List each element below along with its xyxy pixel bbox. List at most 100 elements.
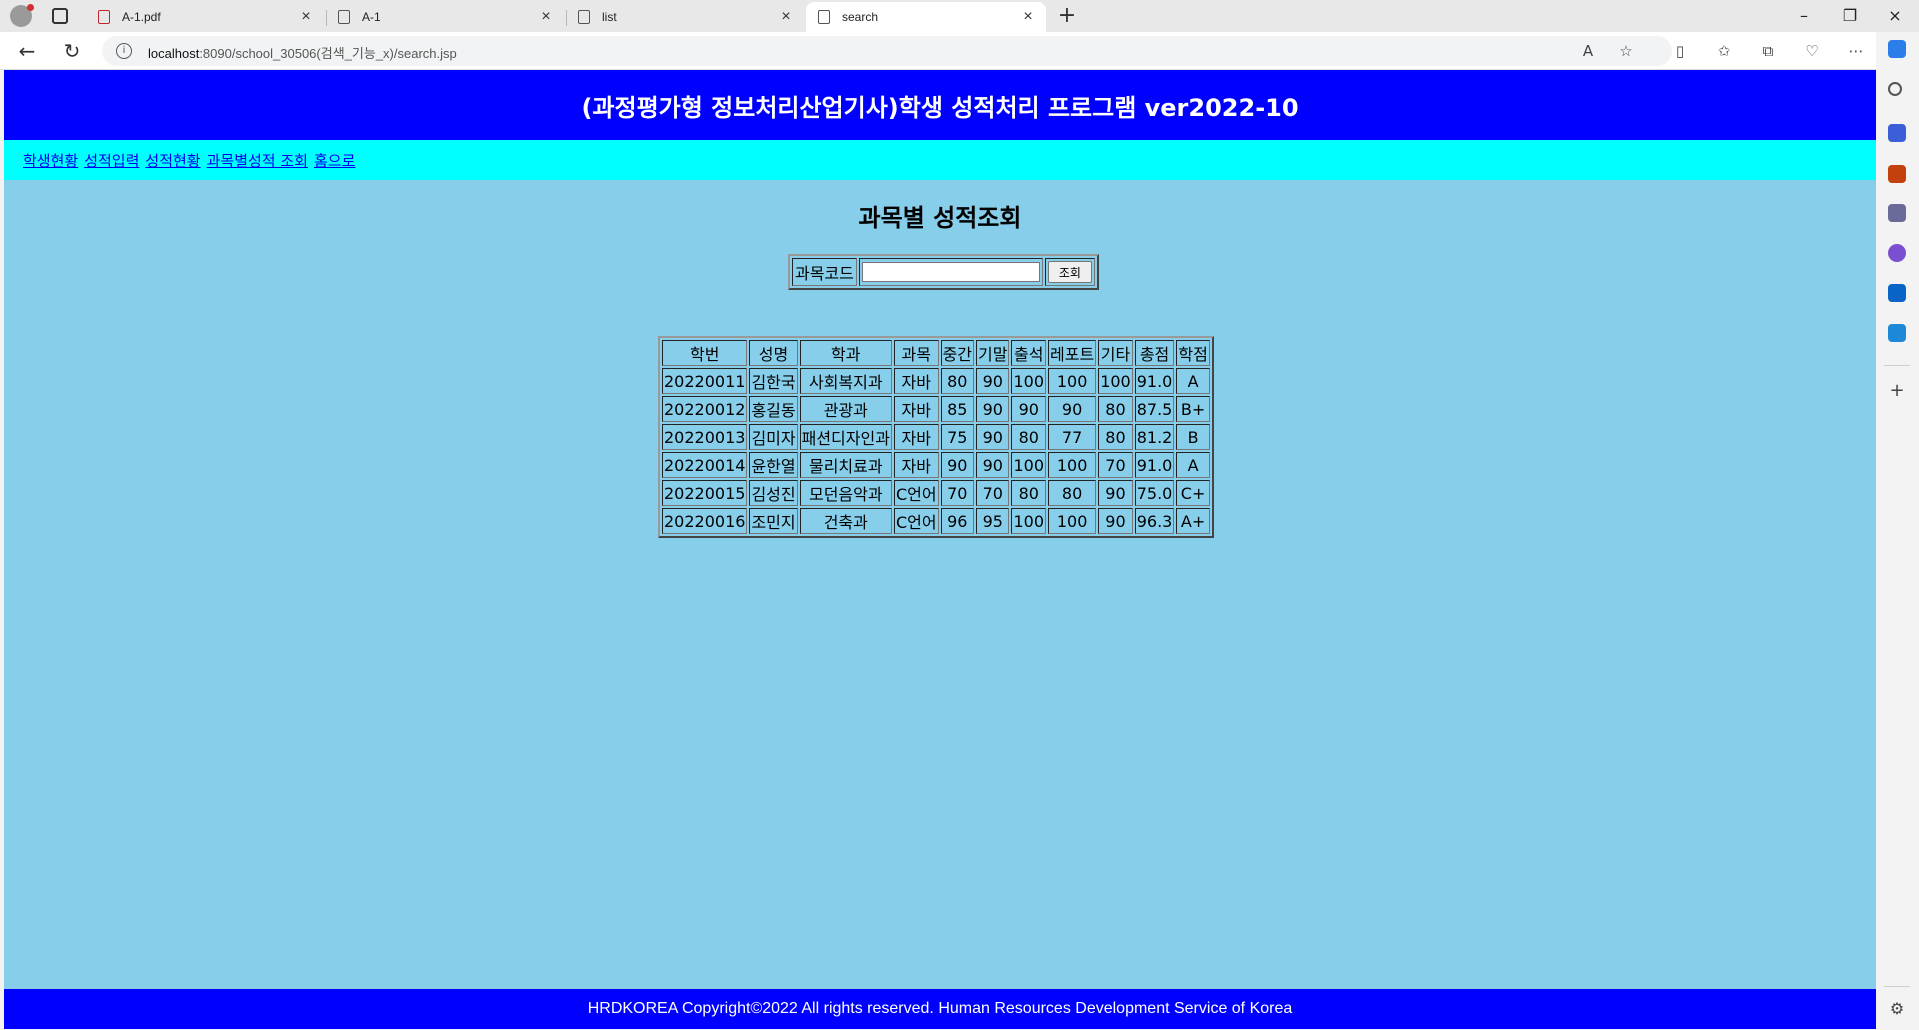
- favorite-star-icon[interactable]: ☆: [1618, 43, 1634, 59]
- department-cell: 모던음악과: [799, 480, 892, 506]
- nav-link-home[interactable]: 홈으로: [314, 150, 355, 171]
- etc-cell: 70: [1098, 452, 1133, 478]
- back-icon[interactable]: ←: [16, 40, 38, 62]
- more-menu-icon[interactable]: ⋯: [1848, 43, 1864, 59]
- address-bar-row: ← ↻ i localhost:8090/school_30506(검색_기능_…: [0, 32, 1919, 70]
- tab-label: list: [602, 10, 617, 24]
- subject-code-label: 과목코드: [792, 258, 857, 286]
- final-cell: 95: [976, 508, 1010, 534]
- subject-cell: 자바: [893, 368, 939, 394]
- column-header: 기말: [976, 340, 1010, 366]
- attendance-cell: 100: [1011, 368, 1047, 394]
- search-icon[interactable]: [1888, 82, 1902, 96]
- column-header: 중간: [940, 340, 975, 366]
- document-icon: [818, 10, 830, 24]
- report-cell: 90: [1048, 396, 1097, 422]
- department-cell: 패션디자인과: [799, 424, 892, 450]
- report-cell: 100: [1048, 508, 1097, 534]
- table-row: 20220012 홍길동 관광과 자바 85 90 90 90 80 87.5 …: [662, 396, 1210, 422]
- tab-actions-icon[interactable]: [52, 8, 68, 24]
- subject-cell: C언어: [893, 508, 939, 534]
- microsoft-365-icon[interactable]: [1888, 244, 1906, 262]
- table-row: 20220014 윤한열 물리치료과 자바 90 90 100 100 70 9…: [662, 452, 1210, 478]
- send-icon[interactable]: [1888, 324, 1906, 342]
- restore-icon[interactable]: ❐: [1840, 6, 1860, 25]
- outlook-icon[interactable]: [1888, 284, 1906, 302]
- search-button-cell: 조회: [1044, 258, 1095, 286]
- department-cell: 관광과: [799, 396, 892, 422]
- column-header: 과목: [893, 340, 939, 366]
- subject-cell: 자바: [893, 452, 939, 478]
- report-cell: 80: [1048, 480, 1097, 506]
- report-cell: 100: [1048, 368, 1097, 394]
- performance-icon[interactable]: ♡: [1804, 43, 1820, 59]
- name-cell: 조민지: [749, 508, 798, 534]
- student-id-cell: 20220011: [662, 368, 748, 394]
- grade-cell: B: [1176, 424, 1210, 450]
- tab-a1[interactable]: A-1 ×: [326, 2, 564, 32]
- info-icon[interactable]: i: [116, 43, 132, 59]
- total-cell: 81.2: [1134, 424, 1175, 450]
- url-text[interactable]: localhost:8090/school_30506(검색_기능_x)/sea…: [148, 43, 457, 62]
- student-id-cell: 20220015: [662, 480, 748, 506]
- tab-label: search: [842, 10, 879, 24]
- document-icon: [338, 10, 350, 24]
- document-icon: [578, 10, 590, 24]
- nav-link-score-input[interactable]: 성적입력: [84, 150, 139, 171]
- nav-link-score-status[interactable]: 성적현황: [145, 150, 200, 171]
- total-cell: 87.5: [1134, 396, 1175, 422]
- etc-cell: 90: [1098, 508, 1133, 534]
- settings-gear-icon[interactable]: ⚙: [1888, 1000, 1906, 1018]
- sidebar-divider: [1884, 365, 1910, 366]
- tab-list[interactable]: list ×: [566, 2, 804, 32]
- search-form: 과목코드 조회: [788, 254, 1099, 290]
- top-nav: 학생현황 성적입력 성적현황 과목별성적 조회 홈으로: [4, 140, 1876, 180]
- add-icon[interactable]: +: [1888, 382, 1906, 400]
- final-cell: 90: [976, 368, 1010, 394]
- subject-cell: C언어: [893, 480, 939, 506]
- close-window-icon[interactable]: ×: [1885, 6, 1905, 25]
- attendance-cell: 100: [1011, 508, 1047, 534]
- tools-briefcase-icon[interactable]: [1888, 165, 1906, 183]
- search-button[interactable]: 조회: [1047, 261, 1092, 283]
- subject-cell: 자바: [893, 424, 939, 450]
- column-header: 레포트: [1048, 340, 1097, 366]
- nav-link-subject-search[interactable]: 과목별성적 조회: [207, 150, 308, 171]
- read-aloud-icon[interactable]: A: [1580, 43, 1596, 59]
- grade-cell: A: [1176, 368, 1210, 394]
- tab-a1-pdf[interactable]: A-1.pdf ×: [86, 2, 324, 32]
- games-icon[interactable]: [1888, 204, 1906, 222]
- total-cell: 96.3: [1134, 508, 1175, 534]
- total-cell: 75.0: [1134, 480, 1175, 506]
- department-cell: 건축과: [799, 508, 892, 534]
- minimize-icon[interactable]: –: [1794, 6, 1814, 25]
- student-id-cell: 20220016: [662, 508, 748, 534]
- favorites-icon[interactable]: ✩: [1716, 43, 1732, 59]
- table-row: 20220015 김성진 모던음악과 C언어 70 70 80 80 90 75…: [662, 480, 1210, 506]
- refresh-icon[interactable]: ↻: [61, 40, 83, 62]
- column-header: 학번: [662, 340, 748, 366]
- shopping-tag-icon[interactable]: [1888, 124, 1906, 142]
- tab-search[interactable]: search ×: [806, 2, 1046, 32]
- close-icon[interactable]: ×: [1020, 8, 1036, 26]
- url-field[interactable]: i localhost:8090/school_30506(검색_기능_x)/s…: [102, 36, 1672, 66]
- report-cell: 100: [1048, 452, 1097, 478]
- name-cell: 윤한열: [749, 452, 798, 478]
- close-icon[interactable]: ×: [778, 8, 794, 26]
- collections-icon[interactable]: ⧉: [1760, 43, 1776, 59]
- web-page: (과정평가형 정보처리산업기사)학생 성적처리 프로그램 ver2022-10 …: [4, 70, 1876, 1029]
- close-icon[interactable]: ×: [298, 8, 314, 26]
- nav-link-student-status[interactable]: 학생현황: [23, 150, 78, 171]
- etc-cell: 80: [1098, 424, 1133, 450]
- copilot-icon[interactable]: [1888, 40, 1906, 58]
- split-screen-icon[interactable]: ▯: [1672, 43, 1688, 59]
- close-icon[interactable]: ×: [538, 8, 554, 26]
- header-title: (과정평가형 정보처리산업기사)학생 성적처리 프로그램 ver2022-10: [581, 93, 1299, 122]
- new-tab-button[interactable]: +: [1055, 4, 1079, 28]
- name-cell: 김성진: [749, 480, 798, 506]
- etc-cell: 90: [1098, 480, 1133, 506]
- attendance-cell: 80: [1011, 480, 1047, 506]
- etc-cell: 80: [1098, 396, 1133, 422]
- student-id-cell: 20220012: [662, 396, 748, 422]
- subject-code-input[interactable]: [861, 262, 1040, 283]
